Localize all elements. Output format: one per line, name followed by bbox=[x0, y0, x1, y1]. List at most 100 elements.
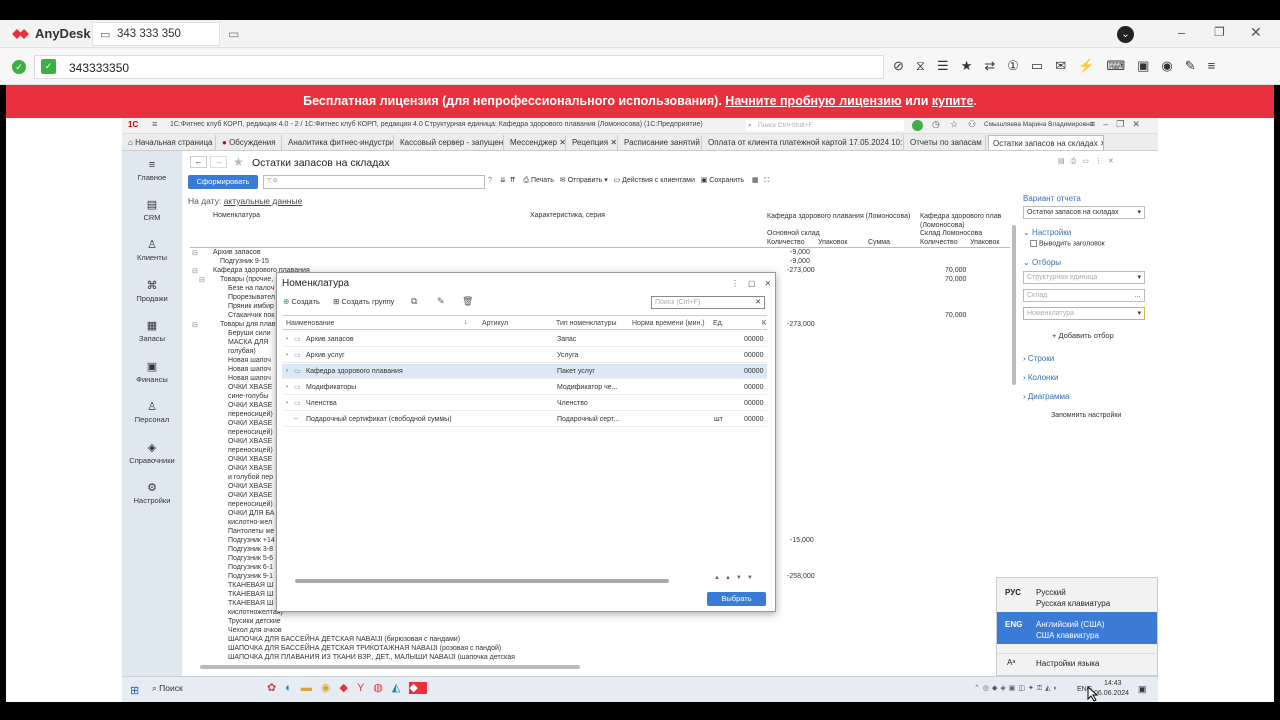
session-tab[interactable]: ▭ 343 333 350 bbox=[92, 22, 220, 46]
tray-icons[interactable]: ⌃◎◆◈▣◫✦⚿◭◐ bbox=[974, 684, 1061, 693]
taskbar-date[interactable]: 06.06.2024 bbox=[1094, 690, 1129, 697]
sidebar-item-crm[interactable]: ▤ CRM bbox=[122, 199, 182, 222]
screen-icon[interactable]: ▣ bbox=[1137, 58, 1149, 74]
select-button[interactable]: Выбрать bbox=[707, 592, 766, 606]
sidebar-item-sales[interactable]: ⌘ Продажи bbox=[122, 280, 182, 303]
favorite-star-icon[interactable]: ★ bbox=[233, 155, 244, 169]
taskbar-time[interactable]: 14:43 bbox=[1104, 680, 1122, 687]
message-icon[interactable]: ✉ bbox=[1055, 58, 1066, 74]
filter-warehouse[interactable]: Склад… bbox=[1023, 289, 1145, 302]
notification-icon[interactable] bbox=[912, 120, 923, 131]
delete-icon[interactable]: 🗑 bbox=[462, 296, 473, 307]
sidebar-item-stock[interactable]: ▦ Запасы bbox=[122, 320, 182, 343]
tab-stock-reports[interactable]: Отчеты по запасам ✕ bbox=[906, 135, 986, 150]
group-toggle-icon[interactable]: ⊟ bbox=[192, 267, 198, 275]
group-toggle-icon[interactable]: ⊟ bbox=[192, 321, 198, 329]
sidebar-item-main[interactable]: ≡ Главное bbox=[122, 159, 182, 182]
back-button[interactable]: ← bbox=[190, 156, 207, 168]
add-filter-link[interactable]: + Добавить отбор bbox=[1052, 331, 1114, 340]
anydesk-icon[interactable]: ◆ bbox=[339, 682, 356, 694]
tab-stock-balances[interactable]: Остатки запасов на складах ✕ bbox=[988, 135, 1104, 150]
columns-section[interactable]: › Колонки bbox=[1023, 373, 1058, 382]
tab-schedule[interactable]: Расписание занятий ✕ bbox=[620, 135, 702, 150]
variant-select[interactable]: Остатки запасов на складах ▾ bbox=[1023, 206, 1145, 219]
favorites-icon[interactable]: ☆ bbox=[950, 119, 958, 130]
print-button[interactable]: ⎙ Печать bbox=[523, 177, 553, 184]
report-field-input[interactable]: Т.Ф bbox=[263, 175, 485, 189]
tab-discussions[interactable]: ● Обсуждения bbox=[218, 135, 282, 150]
chat-icon[interactable]: ▭ bbox=[1031, 58, 1043, 74]
sidebar-item-staff[interactable]: ♙ Персонал bbox=[122, 401, 182, 424]
expand-icon[interactable]: ⇊ bbox=[500, 177, 506, 184]
edge-icon[interactable]: ◐ bbox=[285, 682, 301, 694]
dialog-hscrollbar[interactable] bbox=[295, 579, 669, 583]
dialog-search-input[interactable]: Поиск (Ctrl+F) ✕ bbox=[651, 296, 765, 309]
notifications-icon[interactable]: ▣ bbox=[1138, 684, 1147, 695]
create-button[interactable]: ⊕ Создать bbox=[283, 297, 320, 306]
client-actions-button[interactable]: ▭ Действия с клиентами bbox=[614, 177, 695, 184]
list-item[interactable]: › ▭ Членства Членство 00000 bbox=[282, 396, 767, 411]
list-item[interactable]: › ▭ Архив услуг Услуга 00000 bbox=[282, 348, 767, 363]
privacy-icon[interactable]: ⊘ bbox=[893, 58, 904, 74]
keyboard-icon[interactable]: ⌨ bbox=[1106, 58, 1125, 74]
language-settings[interactable]: Aᵃ Настройки языка bbox=[997, 653, 1157, 671]
hamburger-icon[interactable]: ≡ bbox=[1208, 58, 1216, 74]
send-button[interactable]: ✉ Отправить ▾ bbox=[560, 177, 608, 184]
collapse-icon[interactable]: ⇈ bbox=[510, 177, 516, 184]
windows-start-icon[interactable]: ⊞ bbox=[130, 684, 139, 697]
show-header-checkbox[interactable]: Выводить заголовок bbox=[1030, 240, 1105, 247]
action-icon[interactable]: ⚡ bbox=[1078, 58, 1094, 74]
vertical-scrollbar[interactable] bbox=[1012, 225, 1016, 385]
app-icon[interactable]: ◍ bbox=[373, 682, 392, 694]
history-icon[interactable]: ◷ bbox=[932, 119, 940, 130]
sidebar-item-clients[interactable]: ♙ Клиенты bbox=[122, 239, 182, 262]
list-item[interactable]: – Подарочный сертификат (свободной суммы… bbox=[282, 412, 767, 427]
address-input[interactable]: ✓ 343333350 bbox=[34, 55, 884, 79]
rows-section[interactable]: › Строки bbox=[1023, 354, 1054, 363]
sidebar-item-catalogs[interactable]: ◈ Справочники bbox=[122, 442, 182, 465]
tab-reception[interactable]: Рецепция ✕ bbox=[568, 135, 618, 150]
lang-option-en[interactable]: ENG Английский (США) США клавиатура bbox=[997, 612, 1157, 644]
group-toggle-icon[interactable]: ⊟ bbox=[199, 276, 205, 284]
taskbar-search[interactable]: ⌕ Поиск bbox=[152, 683, 183, 694]
sidebar-item-settings[interactable]: ⚙ Настройки bbox=[122, 482, 182, 505]
onec-search-input[interactable]: ⌕ Поиск Ctrl+Shift+F bbox=[746, 120, 904, 131]
user-icon[interactable]: ⚇ bbox=[968, 119, 976, 130]
col-code[interactable]: К bbox=[762, 320, 766, 327]
group-toggle-icon[interactable]: ⊟ bbox=[192, 249, 198, 257]
database-icon[interactable]: ☰ bbox=[937, 58, 949, 74]
tab-analytics[interactable]: Аналитика фитнес-индустрии ✕ bbox=[284, 135, 394, 150]
menu-circle-icon[interactable]: ⌄ bbox=[1117, 26, 1134, 43]
user-name[interactable]: Смышляева Марина Владимировна bbox=[984, 121, 1093, 128]
report-window-icons[interactable]: ▤⎙▭⋮✕ bbox=[1058, 157, 1120, 166]
forward-button[interactable]: → bbox=[210, 156, 227, 168]
generate-button[interactable]: Сформировать bbox=[188, 175, 258, 189]
anydesk-active-icon[interactable]: ◆ bbox=[409, 682, 427, 694]
yandex-icon[interactable]: Y bbox=[357, 682, 373, 694]
onec-window-controls[interactable]: ≡–❐✕ bbox=[1090, 119, 1148, 130]
dialog-controls[interactable]: ⋮▢✕ bbox=[731, 279, 780, 288]
record-icon[interactable]: ◉ bbox=[1161, 58, 1172, 74]
col-article[interactable]: Артикул bbox=[482, 320, 508, 327]
transfer-icon[interactable]: ⇄ bbox=[984, 58, 995, 74]
draw-icon[interactable]: ✎ bbox=[1185, 58, 1196, 74]
col-unit[interactable]: Ед. bbox=[713, 320, 724, 327]
star-icon[interactable]: ★ bbox=[961, 58, 973, 74]
filters-section[interactable]: ⌄ Отборы bbox=[1023, 258, 1061, 267]
chrome-icon[interactable]: ◉ bbox=[321, 682, 340, 694]
copy-icon[interactable]: ⧉ bbox=[411, 296, 417, 307]
explorer-icon[interactable]: ▬ bbox=[301, 682, 321, 694]
list-item-selected[interactable]: › ▭ Кафедра здорового плавания Пакет услу… bbox=[282, 364, 767, 379]
date-value-link[interactable]: актуальные данные bbox=[224, 196, 303, 206]
filter-nomenclature[interactable]: Номенклатура ▾ bbox=[1023, 307, 1145, 320]
hourglass-icon[interactable]: ⧖ bbox=[916, 58, 925, 74]
col-time[interactable]: Норма времени (мин.) bbox=[632, 320, 705, 327]
horizontal-scrollbar[interactable] bbox=[200, 665, 580, 669]
dialog-nav-buttons[interactable]: ▲▲▼▼ bbox=[714, 575, 758, 581]
list-item[interactable]: › ▭ Модификаторы Модификатор че... 00000 bbox=[282, 380, 767, 395]
diagram-section[interactable]: › Диаграмма bbox=[1023, 392, 1070, 401]
buy-link[interactable]: купите bbox=[932, 94, 974, 108]
tab-cash-server[interactable]: Кассовый сервер - запущен ✕ bbox=[396, 135, 504, 150]
tab-home[interactable]: ⌂ Начальная страница bbox=[124, 135, 216, 150]
lang-option-ru[interactable]: РУС Русский Русская клавиатура bbox=[997, 580, 1157, 610]
